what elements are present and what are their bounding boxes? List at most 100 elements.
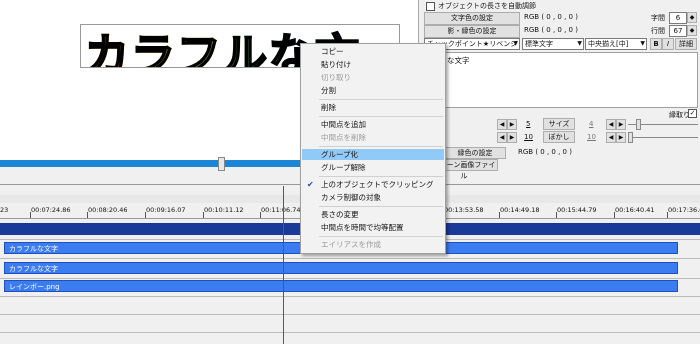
detail-button[interactable]: 詳細 bbox=[675, 38, 697, 50]
menu-item-change-length[interactable]: 長さの変更 bbox=[302, 209, 444, 220]
edge-color-button[interactable]: 縁色の設定 bbox=[444, 147, 506, 159]
menu-item-label: グループ解除 bbox=[321, 163, 366, 172]
menu-separator bbox=[319, 206, 443, 207]
menu-item-label: 中間点を時間で均等配置 bbox=[321, 223, 404, 232]
menu-item-label: コピー bbox=[321, 47, 344, 56]
slider1-right-button[interactable]: ▶ bbox=[507, 119, 517, 130]
line-spacing-stepper[interactable]: ◆ bbox=[687, 25, 697, 36]
slider2-right-left-button[interactable]: ◀ bbox=[606, 132, 616, 143]
slider1-left-button[interactable]: ◀ bbox=[497, 119, 507, 130]
menu-item-camera-control[interactable]: カメラ制御の対象 bbox=[302, 192, 444, 203]
menu-item-clipping[interactable]: ✔ 上のオブジェクトでクリッピング bbox=[302, 179, 444, 190]
size-button[interactable]: サイズ bbox=[543, 118, 575, 130]
text-color-button[interactable]: 文字色の設定 bbox=[424, 12, 520, 25]
slider1-right-right-button[interactable]: ▶ bbox=[616, 119, 626, 130]
layer-divider bbox=[0, 278, 700, 279]
menu-item-label: 中間点を削除 bbox=[321, 133, 366, 142]
timeline-clip[interactable]: カラフルな文字 bbox=[4, 262, 678, 274]
menu-item-label: 貼り付け bbox=[321, 60, 351, 69]
text-content-input[interactable]: な文字 bbox=[424, 52, 698, 108]
menu-separator bbox=[319, 116, 443, 117]
menu-item-label: カメラ制御の対象 bbox=[321, 193, 381, 202]
edge-color-value: RGB ( 0 , 0 , 0 ) bbox=[518, 148, 572, 156]
slider1-value[interactable]: 5 bbox=[526, 120, 530, 128]
slider2-right-button[interactable]: ▶ bbox=[507, 132, 517, 143]
tick-label: 00:17:36.0 bbox=[668, 206, 700, 214]
layer-divider bbox=[0, 296, 700, 297]
layer-divider bbox=[0, 258, 700, 259]
layer-divider bbox=[0, 332, 700, 333]
menu-item-add-midpoint[interactable]: 中間点を追加 bbox=[302, 119, 444, 130]
menu-item-label: 切り取り bbox=[321, 73, 351, 82]
slider1-right-left-button[interactable]: ◀ bbox=[606, 119, 616, 130]
menu-separator bbox=[319, 146, 443, 147]
menu-item-label: 分割 bbox=[321, 86, 336, 95]
timeline-clip[interactable]: レインボー.png bbox=[4, 280, 678, 292]
menu-item-ungroup[interactable]: グループ解除 bbox=[302, 162, 444, 173]
style-select-value: 標準文字 bbox=[525, 40, 553, 48]
menu-separator bbox=[319, 176, 443, 177]
context-menu: コピー 貼り付け 切り取り 分割 削除 中間点を追加 中間点を削除 グループ化 … bbox=[300, 43, 446, 254]
tick-label: 00:10:11.12 bbox=[204, 206, 244, 214]
menu-item-label: 長さの変更 bbox=[321, 210, 359, 219]
menu-item-remove-midpoint[interactable]: 中間点を削除 bbox=[302, 132, 444, 143]
border-label: 縁取り bbox=[669, 111, 690, 119]
menu-item-label: 上のオブジェクトでクリッピング bbox=[321, 180, 434, 189]
menu-item-distribute-midpoints[interactable]: 中間点を時間で均等配置 bbox=[302, 222, 444, 233]
tick-label: 00:08:20.46 bbox=[88, 206, 128, 214]
char-spacing-label: 字間 bbox=[651, 14, 665, 22]
italic-button[interactable]: I bbox=[662, 38, 674, 50]
menu-item-cut[interactable]: 切り取り bbox=[302, 72, 444, 83]
slider2-left-button[interactable]: ◀ bbox=[497, 132, 507, 143]
menu-item-label: グループ化 bbox=[321, 150, 359, 159]
menu-item-label: 中間点を追加 bbox=[321, 120, 366, 129]
menu-item-copy[interactable]: コピー bbox=[302, 46, 444, 57]
slider2-value[interactable]: 10 bbox=[524, 133, 533, 141]
slider1-right-value[interactable]: 4 bbox=[589, 120, 593, 128]
menu-item-create-alias[interactable]: エイリアスを作成 bbox=[302, 239, 444, 250]
auto-length-checkbox[interactable] bbox=[426, 2, 435, 11]
menu-separator bbox=[319, 236, 443, 237]
playhead-cursor[interactable] bbox=[283, 186, 284, 344]
tick-label: 00:11:06.74 bbox=[261, 206, 301, 214]
checkmark-icon: ✔ bbox=[307, 180, 314, 189]
layer-divider bbox=[0, 314, 700, 315]
slider2-track[interactable] bbox=[628, 137, 698, 138]
menu-item-delete[interactable]: 削除 bbox=[302, 102, 444, 113]
tick-label: 23 bbox=[0, 206, 9, 214]
menu-item-label: 削除 bbox=[321, 103, 336, 112]
slider2-right-right-button[interactable]: ▶ bbox=[616, 132, 626, 143]
tick-label: 00:15:44.79 bbox=[557, 206, 597, 214]
slider2-thumb[interactable] bbox=[628, 132, 633, 143]
menu-item-label: エイリアスを作成 bbox=[321, 240, 381, 249]
text-color-value: RGB ( 0 , 0 , 0 ) bbox=[524, 13, 578, 21]
align-select-value: 中央揃え[中] bbox=[588, 40, 629, 48]
border-checkbox[interactable]: ✓ bbox=[688, 109, 697, 118]
menu-separator bbox=[319, 99, 443, 100]
tick-label: 00:16:40.41 bbox=[615, 206, 655, 214]
shadow-color-button[interactable]: 影・縁色の設定 bbox=[424, 25, 520, 38]
line-spacing-input[interactable]: 67 bbox=[669, 25, 687, 37]
slider2-right-value[interactable]: 10 bbox=[587, 133, 596, 141]
line-spacing-label: 行間 bbox=[651, 27, 665, 35]
menu-item-split[interactable]: 分割 bbox=[302, 85, 444, 96]
chevron-down-icon: ▼ bbox=[640, 40, 645, 47]
tick-label: 00:14:49.18 bbox=[500, 206, 540, 214]
char-spacing-stepper[interactable]: ◆ bbox=[687, 12, 697, 23]
tick-label: 00:09:16.07 bbox=[146, 206, 186, 214]
slider1-thumb[interactable] bbox=[636, 119, 641, 130]
auto-length-label: オブジェクトの長さを自動調節 bbox=[438, 2, 536, 10]
shadow-color-value: RGB ( 0 , 0 , 0 ) bbox=[524, 26, 578, 34]
blur-button[interactable]: ぼかし bbox=[543, 131, 575, 143]
text-content-value: な文字 bbox=[447, 56, 470, 65]
align-select[interactable]: 中央揃え[中] ▼ bbox=[585, 38, 647, 50]
menu-item-paste[interactable]: 貼り付け bbox=[302, 59, 444, 70]
menu-item-group[interactable]: グループ化 bbox=[302, 149, 444, 160]
style-select[interactable]: 標準文字 ▼ bbox=[522, 38, 584, 50]
seek-bar-thumb[interactable] bbox=[218, 157, 225, 171]
bold-button[interactable]: B bbox=[650, 38, 662, 50]
char-spacing-input[interactable]: 6 bbox=[669, 12, 687, 24]
tick-label: 00:13:53.58 bbox=[444, 206, 484, 214]
chevron-down-icon: ▼ bbox=[577, 40, 582, 47]
chevron-down-icon: ▼ bbox=[513, 40, 518, 47]
